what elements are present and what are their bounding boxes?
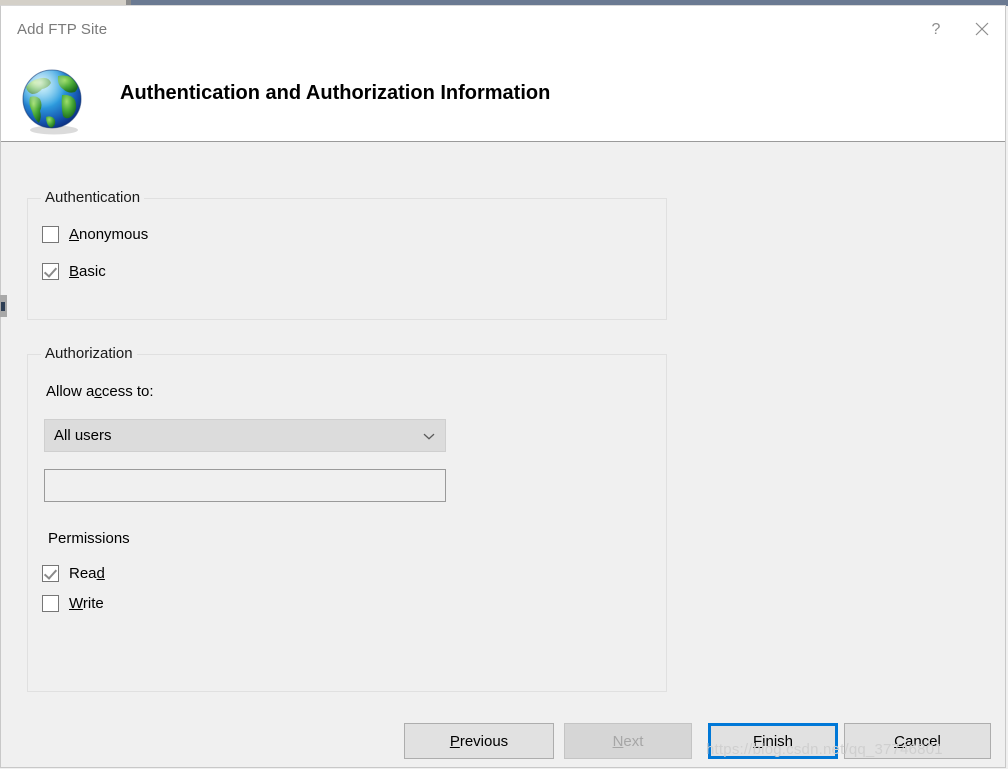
checkbox-basic[interactable]: Basic: [42, 263, 106, 280]
checkbox-basic-box[interactable]: [42, 263, 59, 280]
cancel-button[interactable]: Cancel: [844, 723, 991, 759]
svg-text:?: ?: [932, 21, 941, 38]
previous-button[interactable]: Previous: [404, 723, 554, 759]
authorization-group-legend: Authorization: [41, 345, 137, 362]
checkbox-anonymous-box[interactable]: [42, 226, 59, 243]
next-button[interactable]: Next: [564, 723, 692, 759]
globe-icon: [18, 67, 90, 139]
add-ftp-site-dialog: Add FTP Site ?: [0, 5, 1006, 768]
checkbox-read-label: Read: [69, 565, 105, 582]
allow-access-to-label: Allow access to:: [46, 383, 154, 400]
checkbox-write-box[interactable]: [42, 595, 59, 612]
dialog-body: Authentication Anonymous Basic Authoriza…: [1, 143, 1005, 767]
checkbox-read-box[interactable]: [42, 565, 59, 582]
checkbox-anonymous[interactable]: Anonymous: [42, 226, 148, 243]
specified-users-input[interactable]: [44, 469, 446, 502]
dialog-header: Add FTP Site ?: [1, 6, 1005, 142]
checkbox-anonymous-label: Anonymous: [69, 226, 148, 243]
checkbox-write[interactable]: Write: [42, 595, 104, 612]
close-icon[interactable]: [959, 6, 1005, 52]
checkbox-read[interactable]: Read: [42, 565, 105, 582]
caption-button-group: ?: [913, 6, 1005, 52]
checkbox-basic-label: Basic: [69, 263, 106, 280]
allow-access-to-combobox[interactable]: All users: [44, 419, 446, 452]
checkbox-write-label: Write: [69, 595, 104, 612]
finish-button[interactable]: Finish: [708, 723, 838, 759]
authorization-group: Authorization Allow access to: All users…: [27, 354, 667, 692]
screenshot-root: Add FTP Site ?: [0, 0, 1008, 769]
chevron-down-icon: [423, 427, 435, 444]
window-edge-artifact: [0, 295, 7, 317]
permissions-label: Permissions: [48, 530, 130, 547]
help-icon[interactable]: ?: [913, 6, 959, 52]
authentication-group: Authentication Anonymous Basic: [27, 198, 667, 320]
window-title: Add FTP Site: [17, 21, 107, 38]
page-title: Authentication and Authorization Informa…: [120, 82, 550, 105]
allow-access-to-value: All users: [54, 427, 112, 444]
authentication-group-legend: Authentication: [41, 189, 144, 206]
